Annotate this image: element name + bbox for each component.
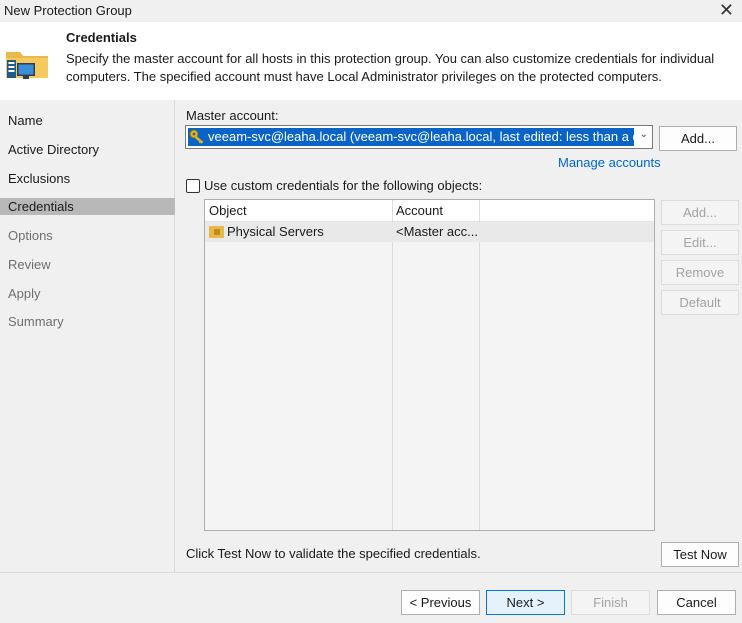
sidebar-item-apply: Apply [8,286,41,301]
close-icon[interactable]: ✕ [719,0,734,21]
object-name: Physical Servers [227,224,324,239]
wizard-header: Credentials Specify the master account f… [0,22,742,100]
sidebar-item-options: Options [8,228,53,243]
add-object-button[interactable]: Add... [661,200,739,225]
sidebar-item-credentials[interactable]: Credentials [0,198,175,215]
column-header-object[interactable]: Object [205,200,392,222]
page-description: Specify the master account for all hosts… [66,51,715,84]
custom-credentials-checkbox[interactable] [186,179,200,193]
sidebar-item-review: Review [8,257,51,272]
page-title: Credentials [66,30,137,45]
cancel-button[interactable]: Cancel [657,590,736,615]
custom-credentials-table[interactable]: Object Account Physical Servers <Master … [204,199,655,531]
sidebar-item-name[interactable]: Name [0,112,175,129]
finish-button[interactable]: Finish [571,590,650,615]
test-now-button[interactable]: Test Now [661,542,739,567]
title-bar: New Protection Group ✕ [0,0,742,22]
sidebar-item-summary: Summary [8,314,64,329]
edit-object-button[interactable]: Edit... [661,230,739,255]
table-cell-object: Physical Servers [205,222,392,242]
table-row[interactable]: Physical Servers <Master acc... [205,222,654,242]
default-object-button[interactable]: Default [661,290,739,315]
folder-icon [209,226,224,238]
add-account-button[interactable]: Add... [659,126,737,151]
column-header-account[interactable]: Account [392,200,479,222]
manage-accounts-link[interactable]: Manage accounts [558,155,661,170]
wizard-steps-sidebar: Name Active Directory Exclusions Credent… [0,100,175,572]
column-header-empty [479,200,654,222]
master-account-label: Master account: [186,108,279,123]
master-account-value: veeam-svc@leaha.local (veeam-svc@leaha.l… [208,129,634,144]
folder-computer-icon [6,52,48,79]
chevron-down-icon[interactable]: ⌄ [640,129,648,140]
next-button[interactable]: Next > [486,590,565,615]
key-icon [188,128,208,146]
test-hint-text: Click Test Now to validate the specified… [186,546,481,561]
column-divider [392,200,393,530]
window-title: New Protection Group [4,3,132,18]
previous-button[interactable]: < Previous [401,590,480,615]
custom-credentials-label[interactable]: Use custom credentials for the following… [204,178,482,193]
column-divider [479,200,480,530]
master-account-selection: veeam-svc@leaha.local (veeam-svc@leaha.l… [188,128,634,146]
sidebar-item-exclusions[interactable]: Exclusions [0,170,175,187]
master-account-dropdown[interactable]: veeam-svc@leaha.local (veeam-svc@leaha.l… [185,125,653,149]
sidebar-item-active-directory[interactable]: Active Directory [0,141,175,158]
remove-object-button[interactable]: Remove [661,260,739,285]
table-cell-account: <Master acc... [396,224,478,239]
